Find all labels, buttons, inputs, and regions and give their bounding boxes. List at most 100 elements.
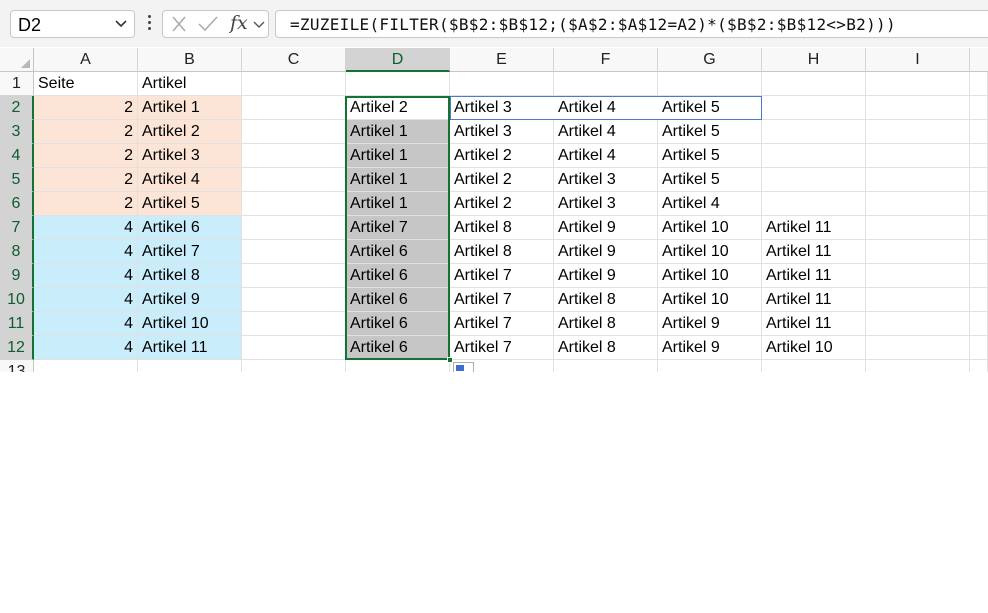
cell-h2[interactable] [762, 96, 866, 120]
chevron-down-icon[interactable] [252, 15, 266, 38]
cell-d8[interactable]: Artikel 6 [346, 240, 450, 264]
cell-d7[interactable]: Artikel 7 [346, 216, 450, 240]
cell-d10[interactable]: Artikel 6 [346, 288, 450, 312]
cell-b6[interactable]: Artikel 5 [138, 192, 242, 216]
cell-j4[interactable] [970, 144, 988, 168]
cell-d1[interactable] [346, 72, 450, 96]
cell-b5[interactable]: Artikel 4 [138, 168, 242, 192]
cell-c1[interactable] [242, 72, 346, 96]
column-header-partial[interactable] [970, 48, 988, 72]
column-header-e[interactable]: E [450, 48, 554, 72]
cell-e12[interactable]: Artikel 7 [450, 336, 554, 360]
cell-h6[interactable] [762, 192, 866, 216]
row-header-2[interactable]: 2 [0, 96, 34, 120]
cell-h1[interactable] [762, 72, 866, 96]
cell-c10[interactable] [242, 288, 346, 312]
cell-c7[interactable] [242, 216, 346, 240]
cell-g1[interactable] [658, 72, 762, 96]
cell-f6[interactable]: Artikel 3 [554, 192, 658, 216]
cell-b1[interactable]: Artikel [138, 72, 242, 96]
cell-g2[interactable]: Artikel 5 [658, 96, 762, 120]
cell-g3[interactable]: Artikel 5 [658, 120, 762, 144]
cell-e6[interactable]: Artikel 2 [450, 192, 554, 216]
cell-e11[interactable]: Artikel 7 [450, 312, 554, 336]
cell-j5[interactable] [970, 168, 988, 192]
cell-a11[interactable]: 4 [34, 312, 138, 336]
cell-g12[interactable]: Artikel 9 [658, 336, 762, 360]
cell-a7[interactable]: 4 [34, 216, 138, 240]
cell-c2[interactable] [242, 96, 346, 120]
row-header-9[interactable]: 9 [0, 264, 34, 288]
column-header-h[interactable]: H [762, 48, 866, 72]
cell-i6[interactable] [866, 192, 970, 216]
cell-e9[interactable]: Artikel 7 [450, 264, 554, 288]
cell-b11[interactable]: Artikel 10 [138, 312, 242, 336]
cell-h9[interactable]: Artikel 11 [762, 264, 866, 288]
row-header-7[interactable]: 7 [0, 216, 34, 240]
cell-h3[interactable] [762, 120, 866, 144]
cell-c8[interactable] [242, 240, 346, 264]
chevron-down-icon[interactable] [114, 15, 128, 38]
cell-b8[interactable]: Artikel 7 [138, 240, 242, 264]
cell-j3[interactable] [970, 120, 988, 144]
cell-i2[interactable] [866, 96, 970, 120]
cell-d9[interactable]: Artikel 6 [346, 264, 450, 288]
cell-h8[interactable]: Artikel 11 [762, 240, 866, 264]
cancel-icon[interactable] [169, 15, 189, 38]
column-header-f[interactable]: F [554, 48, 658, 72]
cell-c11[interactable] [242, 312, 346, 336]
cell-c4[interactable] [242, 144, 346, 168]
column-header-a[interactable]: A [34, 48, 138, 72]
cell-b4[interactable]: Artikel 3 [138, 144, 242, 168]
cell-d3[interactable]: Artikel 1 [346, 120, 450, 144]
cell-f7[interactable]: Artikel 9 [554, 216, 658, 240]
cell-c3[interactable] [242, 120, 346, 144]
cell-b3[interactable]: Artikel 2 [138, 120, 242, 144]
row-header-12[interactable]: 12 [0, 336, 34, 360]
row-header-6[interactable]: 6 [0, 192, 34, 216]
enter-check-icon[interactable] [197, 15, 219, 38]
cell-i11[interactable] [866, 312, 970, 336]
cell-g4[interactable]: Artikel 5 [658, 144, 762, 168]
cell-d11[interactable]: Artikel 6 [346, 312, 450, 336]
select-all-corner[interactable] [0, 48, 34, 72]
cell-h5[interactable] [762, 168, 866, 192]
cell-d2[interactable]: Artikel 2 [346, 96, 450, 120]
cell-g8[interactable]: Artikel 10 [658, 240, 762, 264]
cell-g7[interactable]: Artikel 10 [658, 216, 762, 240]
cell-a2[interactable]: 2 [34, 96, 138, 120]
cell-a5[interactable]: 2 [34, 168, 138, 192]
cell-f3[interactable]: Artikel 4 [554, 120, 658, 144]
row-header-10[interactable]: 10 [0, 288, 34, 312]
cell-i10[interactable] [866, 288, 970, 312]
cell-e8[interactable]: Artikel 8 [450, 240, 554, 264]
cell-i12[interactable] [866, 336, 970, 360]
cell-a10[interactable]: 4 [34, 288, 138, 312]
cell-i1[interactable] [866, 72, 970, 96]
cell-f5[interactable]: Artikel 3 [554, 168, 658, 192]
formula-input[interactable]: =ZUZEILE(FILTER($B$2:$B$12;($A$2:$A$12=A… [275, 10, 988, 38]
cell-g11[interactable]: Artikel 9 [658, 312, 762, 336]
cell-f11[interactable]: Artikel 8 [554, 312, 658, 336]
cell-e4[interactable]: Artikel 2 [450, 144, 554, 168]
cell-d5[interactable]: Artikel 1 [346, 168, 450, 192]
cell-h4[interactable] [762, 144, 866, 168]
cell-c12[interactable] [242, 336, 346, 360]
cell-j2[interactable] [970, 96, 988, 120]
cell-f8[interactable]: Artikel 9 [554, 240, 658, 264]
cell-h12[interactable]: Artikel 10 [762, 336, 866, 360]
cell-f4[interactable]: Artikel 4 [554, 144, 658, 168]
cell-b2[interactable]: Artikel 1 [138, 96, 242, 120]
cell-f1[interactable] [554, 72, 658, 96]
cell-j12[interactable] [970, 336, 988, 360]
cell-i3[interactable] [866, 120, 970, 144]
row-header-5[interactable]: 5 [0, 168, 34, 192]
cell-h7[interactable]: Artikel 11 [762, 216, 866, 240]
cell-e5[interactable]: Artikel 2 [450, 168, 554, 192]
row-header-1[interactable]: 1 [0, 72, 34, 96]
cell-j11[interactable] [970, 312, 988, 336]
cell-c5[interactable] [242, 168, 346, 192]
row-header-4[interactable]: 4 [0, 144, 34, 168]
cell-e2[interactable]: Artikel 3 [450, 96, 554, 120]
row-header-11[interactable]: 11 [0, 312, 34, 336]
